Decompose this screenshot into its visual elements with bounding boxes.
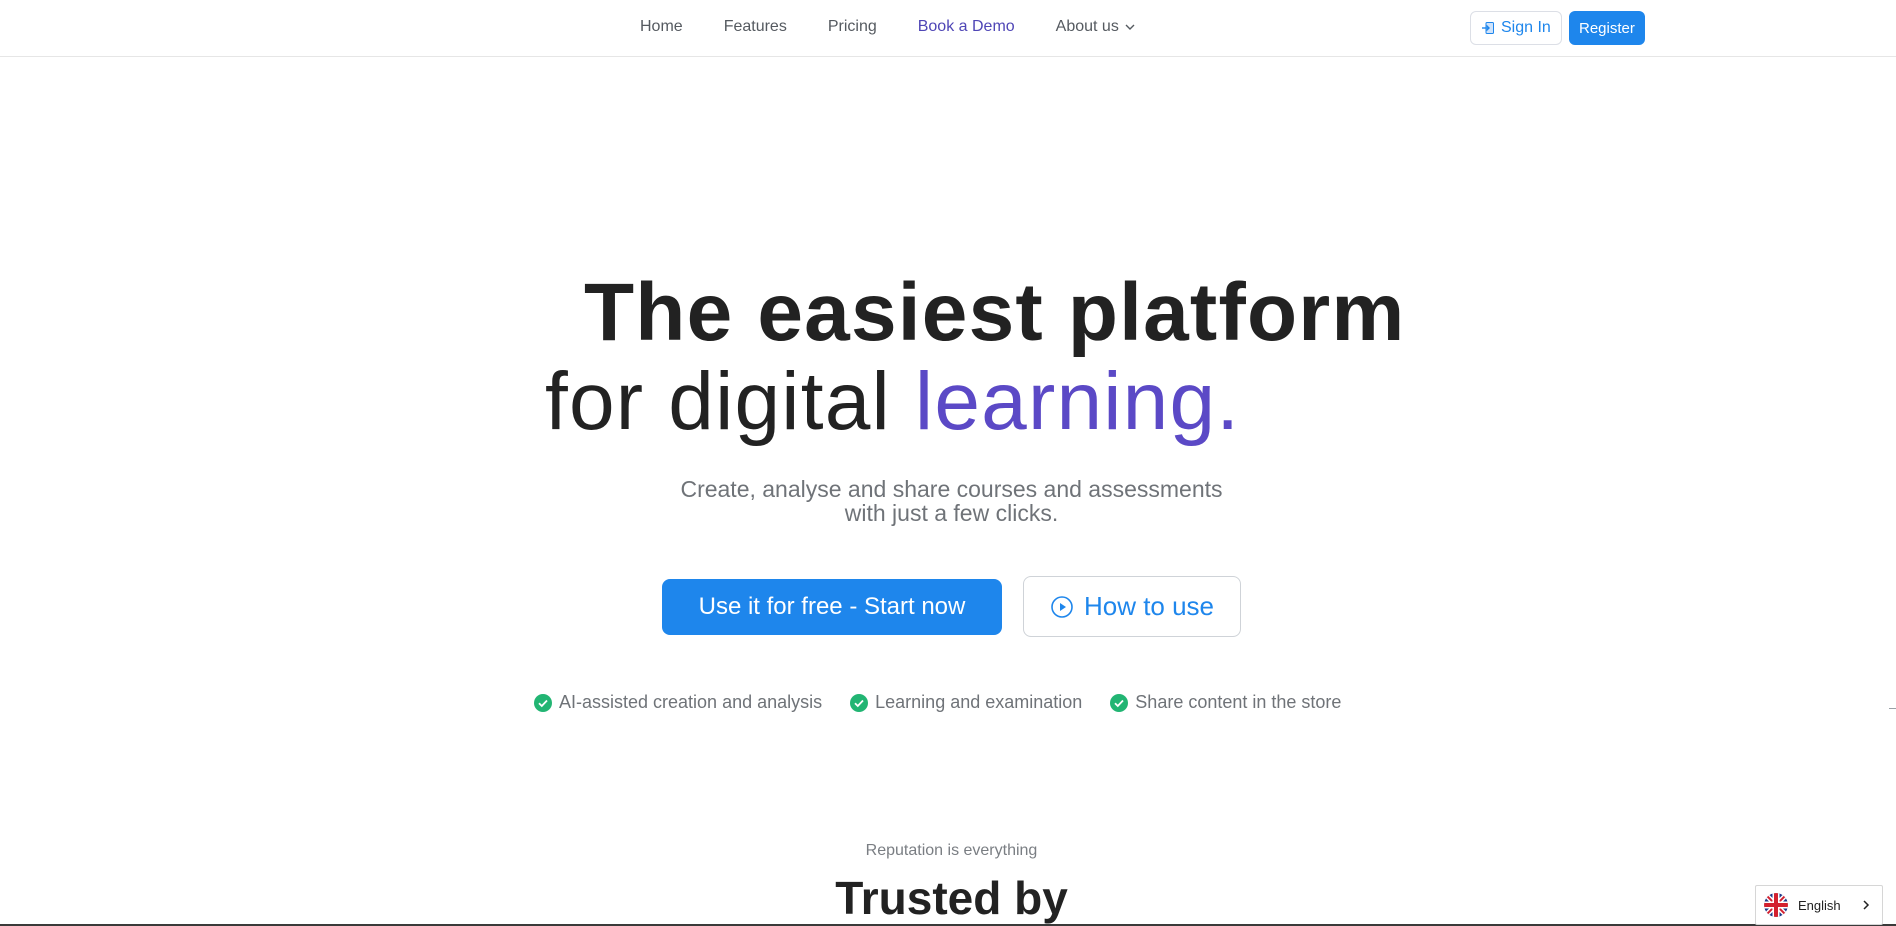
- feature-label: AI-assisted creation and analysis: [559, 692, 823, 712]
- how-to-use-button[interactable]: How to use: [1023, 576, 1241, 637]
- uk-flag-icon: [1764, 893, 1788, 917]
- hero-subtitle: Create, analyse and share courses and as…: [0, 477, 1896, 525]
- feature-item: Share content in the store: [1110, 692, 1341, 713]
- register-button[interactable]: Register: [1569, 11, 1645, 45]
- language-label: English: [1798, 897, 1841, 913]
- feature-item: AI-assisted creation and analysis: [534, 692, 822, 713]
- main-nav: Home Features Pricing Book a Demo About …: [640, 17, 1177, 37]
- hero-title-prefix: for digital: [545, 356, 915, 447]
- check-circle-icon: [1110, 693, 1129, 712]
- play-circle-icon: [1051, 595, 1073, 618]
- hero-title-accent: learning.: [914, 356, 1241, 447]
- feature-item: Learning and examination: [850, 692, 1082, 713]
- sign-in-label: Sign In: [1501, 19, 1551, 36]
- hero-title-line1: The easiest platform: [584, 267, 1406, 358]
- check-circle-icon: [534, 693, 552, 712]
- reputation-caption: Reputation is everything: [865, 842, 1038, 859]
- nav-about-label: About us: [1055, 18, 1119, 35]
- hero-subtitle-line1: Create, analyse and share courses and as…: [680, 476, 1223, 502]
- nav-book-demo-link[interactable]: Book a Demo: [918, 17, 1015, 37]
- chevron-down-icon: [1125, 24, 1135, 30]
- start-free-button[interactable]: Use it for free - Start now: [662, 579, 1002, 635]
- edge-divider: [1889, 708, 1896, 709]
- hero-subtitle-line2: with just a few clicks.: [844, 500, 1059, 526]
- feature-label: Share content in the store: [1135, 692, 1342, 712]
- nav-home-link[interactable]: Home: [640, 17, 683, 37]
- sign-in-icon: [1482, 22, 1494, 34]
- feature-label: Learning and examination: [875, 692, 1083, 712]
- sign-in-button[interactable]: Sign In: [1470, 11, 1562, 45]
- hero-title-line2: for digital learning.: [545, 357, 1240, 447]
- feature-list: AI-assisted creation and analysis Learni…: [534, 692, 1369, 713]
- check-circle-icon: [850, 693, 869, 712]
- nav-features-link[interactable]: Features: [724, 17, 787, 37]
- chevron-right-icon: [1863, 900, 1870, 910]
- how-to-use-label: How to use: [1083, 591, 1215, 621]
- trusted-by-heading: Trusted by: [835, 872, 1068, 924]
- nav-pricing-link[interactable]: Pricing: [828, 17, 877, 37]
- language-selector[interactable]: English: [1755, 885, 1883, 925]
- nav-about-dropdown[interactable]: About us: [1056, 17, 1136, 37]
- top-navbar: Home Features Pricing Book a Demo About …: [0, 0, 1896, 57]
